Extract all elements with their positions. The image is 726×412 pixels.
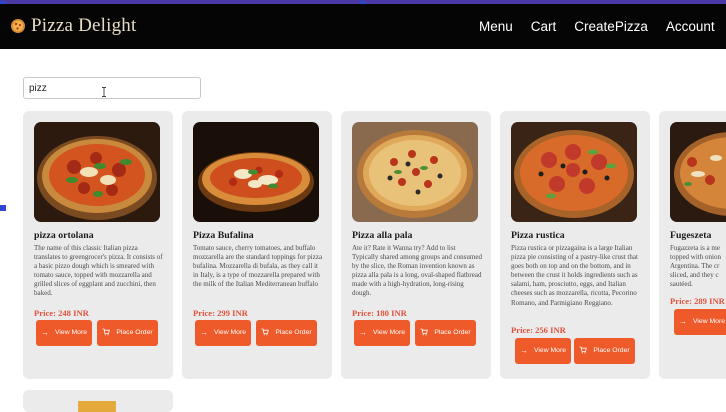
pizza-price: Price: 289 INR [670, 296, 725, 306]
place-order-button[interactable]: Place Order [97, 320, 158, 346]
pizza-price: Price: 256 INR [511, 325, 566, 335]
view-more-label: View More [55, 329, 87, 336]
place-order-label: Place Order [593, 347, 630, 354]
pizza-card [23, 390, 173, 412]
view-more-label: View More [534, 347, 566, 354]
pizza-description: Pizza rustica or pizzagaina is a large I… [511, 244, 638, 307]
view-more-button[interactable]: → View More [195, 320, 251, 346]
arrow-right-icon: → [520, 346, 528, 355]
pizza-logo-icon [11, 19, 25, 33]
place-order-button[interactable]: Place Order [256, 320, 317, 346]
view-more-button[interactable]: → View More [674, 309, 726, 335]
pizza-image [670, 122, 726, 222]
pizza-name: pizza ortolana [34, 230, 94, 241]
pizza-description: Fugazzeta is a me topped with onion Arge… [670, 244, 721, 289]
arrow-right-icon: → [359, 328, 367, 337]
pizza-name: Pizza Bufalina [193, 230, 254, 241]
search-input[interactable] [23, 77, 201, 99]
nav-create-pizza[interactable]: CreatePizza [574, 19, 648, 34]
cart-icon [415, 328, 433, 338]
pizza-price: Price: 180 INR [352, 308, 407, 318]
text-cursor-icon [102, 87, 106, 97]
view-more-label: View More [214, 329, 246, 336]
pizza-image [193, 122, 319, 222]
cart-icon [256, 328, 274, 338]
place-order-label: Place Order [434, 329, 471, 336]
cart-icon [97, 328, 115, 338]
pizza-name: Pizza alla pala [352, 230, 413, 241]
pizza-name: Pizza rustica [511, 230, 565, 241]
brand[interactable]: Pizza Delight [10, 15, 137, 37]
selection-handle [0, 205, 6, 211]
pizza-image [352, 122, 478, 222]
view-more-label: View More [693, 318, 725, 325]
view-more-button[interactable]: → View More [354, 320, 410, 346]
pizza-description: Tomato sauce, cherry tomatoes, and buffa… [193, 244, 323, 289]
pizza-name: Fugeszeta [670, 230, 712, 241]
pizza-card: Pizza rustica Pizza rustica or pizzagain… [500, 111, 650, 379]
brand-name: Pizza Delight [31, 15, 137, 36]
nav-cart[interactable]: Cart [531, 19, 557, 34]
nav-menu[interactable]: Menu [479, 19, 513, 34]
navbar: Pizza Delight Menu Cart CreatePizza Acco… [0, 4, 726, 49]
main-nav: Menu Cart CreatePizza Account Lo [479, 19, 726, 34]
pizza-card: pizza ortolana The name of this classic … [23, 111, 173, 379]
pizza-image [78, 401, 116, 412]
place-order-label: Place Order [275, 329, 312, 336]
pizza-card: Pizza alla pala Ate it? Rate it Wanna tr… [341, 111, 491, 379]
arrow-right-icon: → [200, 328, 208, 337]
arrow-right-icon: → [41, 328, 49, 337]
pizza-image [511, 122, 637, 222]
place-order-button[interactable]: Place Order [415, 320, 476, 346]
view-more-button[interactable]: → View More [36, 320, 92, 346]
pizza-description: The name of this classic Italian pizza t… [34, 244, 163, 298]
cart-icon [574, 346, 592, 356]
place-order-label: Place Order [116, 329, 153, 336]
view-more-label: View More [373, 329, 405, 336]
arrow-right-icon: → [679, 317, 687, 326]
pizza-card: Pizza Bufalina Tomato sauce, cherry toma… [182, 111, 332, 379]
pizza-description: Ate it? Rate it Wanna try? Add to list T… [352, 244, 482, 298]
pizza-price: Price: 248 INR [34, 308, 89, 318]
pizza-image [34, 122, 160, 222]
pizza-price: Price: 299 INR [193, 308, 248, 318]
nav-account[interactable]: Account [666, 19, 715, 34]
place-order-button[interactable]: Place Order [574, 338, 635, 364]
pizza-card: Fugeszeta Fugazzeta is a me topped with … [659, 111, 726, 379]
view-more-button[interactable]: → View More [515, 338, 571, 364]
